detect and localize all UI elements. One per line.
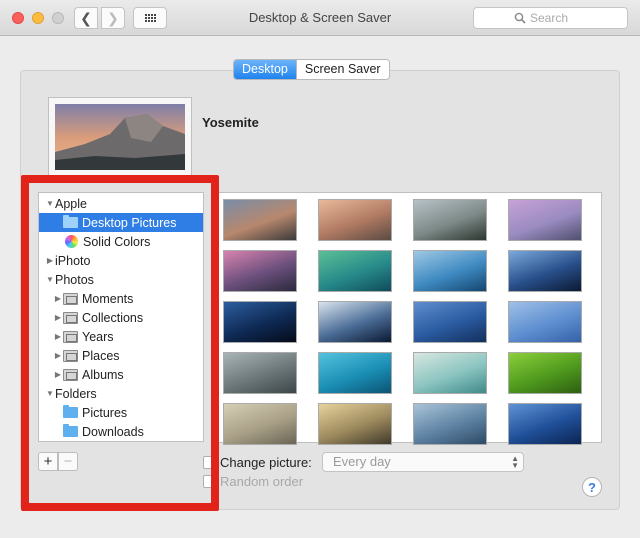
folder-icon bbox=[63, 405, 78, 418]
wallpaper-thumbnail-forest-light-rays[interactable] bbox=[318, 403, 392, 445]
add-folder-button[interactable]: + bbox=[38, 452, 58, 471]
disclosure-triangle-icon[interactable]: ▶ bbox=[53, 351, 63, 360]
random-order-checkbox[interactable] bbox=[203, 475, 216, 488]
zoom-window-button[interactable] bbox=[52, 12, 64, 24]
wallpaper-thumbnail-lake-pink-rocks[interactable] bbox=[223, 250, 297, 292]
change-picture-interval-select[interactable]: Every day ▲ ▼ bbox=[322, 452, 524, 472]
source-item-label: Years bbox=[82, 329, 114, 344]
search-field[interactable]: Search bbox=[473, 7, 628, 29]
source-item-apple[interactable]: ▼ Apple bbox=[39, 194, 203, 213]
wallpaper-thumbnail-turquoise-sand[interactable] bbox=[318, 352, 392, 394]
help-button[interactable]: ? bbox=[582, 477, 602, 497]
source-item-label: Desktop Pictures bbox=[82, 215, 177, 230]
wallpaper-thumbnail-blue-night-sky[interactable] bbox=[508, 403, 582, 445]
wallpaper-grid bbox=[214, 192, 602, 445]
source-item-label: Photos bbox=[55, 272, 94, 287]
wallpaper-thumbnail-misty-mountains[interactable] bbox=[413, 403, 487, 445]
window-title: Desktop & Screen Saver bbox=[248, 10, 392, 25]
wallpaper-thumbnail-earth-from-space[interactable] bbox=[318, 301, 392, 343]
photo-folder-icon bbox=[63, 330, 78, 343]
disclosure-triangle-icon[interactable]: ▼ bbox=[45, 275, 55, 284]
source-item-solid-colors[interactable]: Solid Colors bbox=[39, 232, 203, 251]
disclosure-triangle-icon[interactable]: ▶ bbox=[53, 370, 63, 379]
source-item-places[interactable]: ▶ Places bbox=[39, 346, 203, 365]
source-item-albums[interactable]: ▶ Albums bbox=[39, 365, 203, 384]
source-item-label: iPhoto bbox=[55, 253, 91, 268]
source-item-label: Solid Colors bbox=[83, 234, 151, 249]
wallpaper-thumbnail-earth-horizon[interactable] bbox=[223, 301, 297, 343]
desktop-screensaver-window: ❮ ❯ Desktop & Screen Saver Search Deskto… bbox=[0, 0, 640, 538]
search-icon bbox=[514, 12, 526, 24]
disclosure-triangle-icon[interactable]: ▼ bbox=[45, 389, 55, 398]
segmented-tabs: Desktop Screen Saver bbox=[233, 59, 390, 80]
close-window-button[interactable] bbox=[12, 12, 24, 24]
wallpaper-thumbnail-green-fields[interactable] bbox=[508, 352, 582, 394]
wallpaper-thumbnail-beach-shore[interactable] bbox=[413, 352, 487, 394]
source-list: ▼ Apple Desktop Pictures Solid Colors ▶ … bbox=[38, 192, 204, 442]
change-picture-label: Change picture: bbox=[220, 455, 312, 470]
source-item-folders[interactable]: ▼ Folders bbox=[39, 384, 203, 403]
disclosure-triangle-icon[interactable]: ▶ bbox=[53, 313, 63, 322]
stepper-arrows-icon: ▲ ▼ bbox=[511, 454, 519, 470]
source-item-desktop-pictures[interactable]: Desktop Pictures bbox=[39, 213, 203, 232]
source-item-label: Downloads bbox=[82, 424, 144, 439]
photo-folder-icon bbox=[63, 368, 78, 381]
remove-folder-button[interactable]: − bbox=[58, 452, 78, 471]
disclosure-triangle-icon[interactable]: ▶ bbox=[45, 256, 55, 265]
photo-folder-icon bbox=[63, 349, 78, 362]
color-wheel-icon bbox=[65, 235, 78, 248]
wallpaper-thumbnail-yosemite-forest-fog[interactable] bbox=[413, 199, 487, 241]
grid-icon bbox=[144, 14, 156, 22]
photo-folder-icon bbox=[63, 292, 78, 305]
title-bar: ❮ ❯ Desktop & Screen Saver Search bbox=[0, 0, 640, 36]
wallpaper-thumbnail-blue-moon-sky[interactable] bbox=[508, 301, 582, 343]
back-button[interactable]: ❮ bbox=[74, 7, 98, 29]
forward-button[interactable]: ❯ bbox=[101, 7, 125, 29]
wallpaper-name: Yosemite bbox=[202, 115, 259, 130]
yosemite-preview-image bbox=[55, 104, 185, 170]
minimize-window-button[interactable] bbox=[32, 12, 44, 24]
disclosure-triangle-icon[interactable]: ▼ bbox=[45, 199, 55, 208]
change-picture-checkbox[interactable] bbox=[203, 456, 216, 469]
disclosure-triangle-icon[interactable]: ▶ bbox=[53, 332, 63, 341]
wallpaper-thumbnail-galaxy[interactable] bbox=[508, 250, 582, 292]
tab-screen-saver[interactable]: Screen Saver bbox=[295, 60, 389, 79]
photo-folder-icon bbox=[63, 311, 78, 324]
wallpaper-thumbnail-blue-wave[interactable] bbox=[413, 250, 487, 292]
tab-desktop[interactable]: Desktop bbox=[234, 60, 296, 79]
wallpaper-thumbnail-yosemite-pink-dusk[interactable] bbox=[508, 199, 582, 241]
source-item-label: Collections bbox=[82, 310, 144, 325]
source-item-pictures[interactable]: Pictures bbox=[39, 403, 203, 422]
wallpaper-thumbnail-foggy-valley[interactable] bbox=[223, 403, 297, 445]
chevron-left-icon: ❮ bbox=[80, 9, 92, 26]
source-item-downloads[interactable]: Downloads bbox=[39, 422, 203, 441]
source-item-label: Places bbox=[82, 348, 120, 363]
source-item-label: Albums bbox=[82, 367, 124, 382]
source-item-iphoto[interactable]: ▶ iPhoto bbox=[39, 251, 203, 270]
source-item-photos[interactable]: ▼ Photos bbox=[39, 270, 203, 289]
disclosure-triangle-icon[interactable]: ▶ bbox=[53, 294, 63, 303]
source-item-label: Folders bbox=[55, 386, 97, 401]
wallpaper-thumbnail-green-wave[interactable] bbox=[318, 250, 392, 292]
chevron-right-icon: ❯ bbox=[107, 9, 119, 26]
wallpaper-thumbnail-yosemite-el-capitan[interactable] bbox=[318, 199, 392, 241]
source-item-label: Apple bbox=[55, 196, 87, 211]
source-item-moments[interactable]: ▶ Moments bbox=[39, 289, 203, 308]
show-all-button[interactable] bbox=[133, 7, 167, 29]
wallpaper-thumbnail-yosemite-half-dome[interactable] bbox=[223, 199, 297, 241]
folder-icon bbox=[63, 215, 78, 228]
current-wallpaper-preview bbox=[48, 97, 192, 177]
search-placeholder: Search bbox=[530, 11, 569, 25]
wallpaper-thumbnail-storm-clouds[interactable] bbox=[223, 352, 297, 394]
source-item-label: Pictures bbox=[82, 405, 128, 420]
random-order-label: Random order bbox=[220, 474, 304, 489]
wallpaper-thumbnail-blue-abstract-circle[interactable] bbox=[413, 301, 487, 343]
source-item-collections[interactable]: ▶ Collections bbox=[39, 308, 203, 327]
source-item-years[interactable]: ▶ Years bbox=[39, 327, 203, 346]
source-item-label: Moments bbox=[82, 291, 134, 306]
change-picture-interval-value: Every day bbox=[333, 454, 391, 469]
folder-icon bbox=[63, 424, 78, 437]
